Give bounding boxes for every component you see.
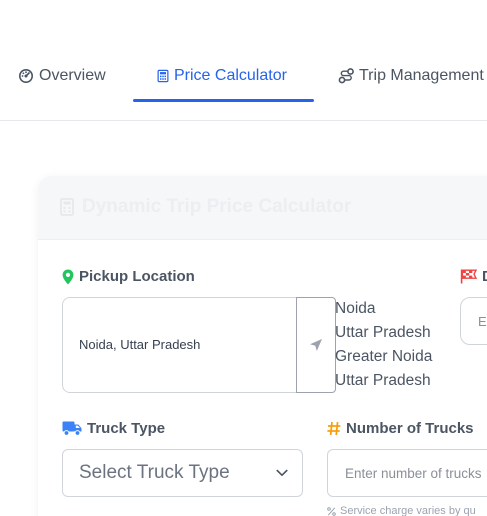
pickup-suggestions-list: Noida Uttar Pradesh Greater Noida Uttar … (335, 297, 432, 393)
tab-overview[interactable]: Overview (18, 50, 106, 102)
tab-divider (0, 120, 487, 121)
number-of-trucks-input[interactable] (327, 449, 487, 497)
card-title: Dynamic Trip Price Calculator (60, 196, 351, 218)
app-frame: Overview Price Calculator Trip Managemen… (0, 0, 487, 516)
suggestion-item[interactable]: Uttar Pradesh (335, 321, 432, 345)
suggestion-item[interactable]: Greater Noida (335, 345, 432, 369)
map-pin-icon (62, 269, 74, 284)
tab-price-calculator[interactable]: Price Calculator (157, 50, 287, 102)
truck-type-label-text: Truck Type (87, 420, 166, 437)
service-charge-helper-text: Service charge varies by qu (340, 505, 476, 516)
suggestion-item[interactable]: Noida (335, 297, 432, 321)
pickup-location-input[interactable] (79, 330, 289, 358)
suggestion-item[interactable]: Uttar Pradesh (335, 369, 432, 393)
location-arrow-icon (310, 339, 322, 351)
truck-type-select[interactable]: Select Truck Type (62, 449, 303, 497)
number-of-trucks-label: Number of Trucks (327, 420, 474, 437)
number-of-trucks-label-text: Number of Trucks (346, 420, 474, 437)
tab-price-calculator-label: Price Calculator (174, 67, 287, 84)
gauge-icon (19, 69, 33, 83)
truck-type-selected-value: Select Truck Type (79, 462, 230, 483)
tab-bar: Overview Price Calculator Trip Managemen… (0, 50, 487, 102)
chevron-down-icon (276, 469, 288, 476)
card-title-text: Dynamic Trip Price Calculator (82, 196, 352, 217)
drop-location-input[interactable] (460, 297, 487, 345)
tab-trip-management[interactable]: Trip Management (338, 50, 484, 102)
service-charge-helper: Service charge varies by qu (327, 505, 476, 516)
pickup-location-label-text: Pickup Location (79, 268, 195, 285)
drop-location-label: D (460, 268, 487, 285)
use-current-location-button[interactable] (296, 297, 336, 393)
drop-location-label-text: D (482, 268, 487, 285)
flag-checkered-icon (460, 269, 477, 284)
truck-icon (62, 421, 82, 436)
calculator-icon (60, 198, 74, 216)
hash-icon (327, 421, 341, 436)
tab-overview-label: Overview (39, 67, 106, 84)
tab-trip-management-label: Trip Management (359, 67, 484, 84)
route-icon (338, 68, 354, 84)
active-tab-indicator (133, 99, 314, 102)
calculator-icon (157, 69, 169, 83)
truck-type-label: Truck Type (62, 420, 165, 437)
percent-icon (327, 506, 336, 516)
pickup-location-label: Pickup Location (62, 268, 195, 285)
